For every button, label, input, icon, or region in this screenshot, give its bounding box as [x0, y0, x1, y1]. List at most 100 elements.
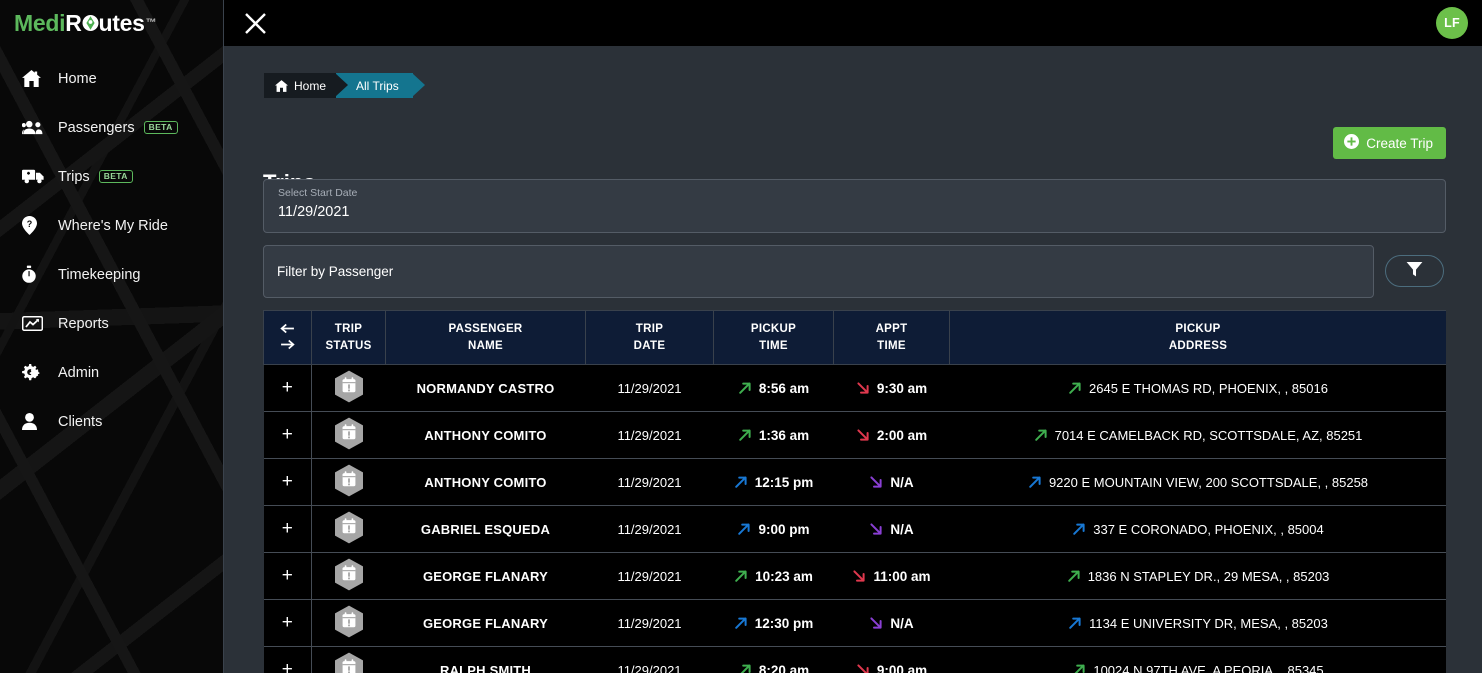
expand-row-button[interactable]: +: [263, 505, 312, 553]
pickup-time-value: 12:15 pm: [754, 474, 814, 490]
calendar-alert-hex-icon[interactable]: [334, 370, 364, 403]
column-label-line2: ADDRESS: [1168, 339, 1228, 352]
expand-row-button[interactable]: +: [263, 364, 312, 412]
arrow-right-icon[interactable]: [280, 339, 295, 353]
passenger-name-cell: NORMANDY CASTRO: [385, 364, 586, 412]
ambulance-icon: [22, 169, 48, 184]
column-label-line2: NAME: [467, 339, 504, 352]
expand-row-button[interactable]: +: [263, 646, 312, 673]
plus-circle-icon: [1344, 134, 1360, 152]
pickup-address-value: 10024 N 97TH AVE, A PEORIA, , 85345: [1093, 662, 1324, 673]
calendar-alert-hex-icon[interactable]: [334, 417, 364, 450]
column-trip-status[interactable]: TRIP STATUS: [311, 310, 386, 365]
column-expand-toggle[interactable]: [263, 310, 312, 365]
sidebar-item-label: Where's My Ride: [58, 217, 168, 234]
trip-status-cell[interactable]: [311, 411, 386, 459]
trip-status-cell[interactable]: [311, 552, 386, 600]
passenger-name-cell: GEORGE FLANARY: [385, 599, 586, 647]
close-icon[interactable]: [241, 9, 269, 37]
pickup-arrow-icon: [738, 381, 752, 395]
passenger-name-cell: RALPH SMITH: [385, 646, 586, 673]
start-date-field[interactable]: Select Start Date 11/29/2021: [263, 179, 1446, 233]
create-trip-label: Create Trip: [1366, 135, 1433, 151]
address-arrow-icon: [1067, 569, 1081, 583]
filter-button[interactable]: [1385, 255, 1444, 287]
table-row[interactable]: + GEORGE FLANARY 11/29/2021 10:23 am 11:00 a…: [263, 552, 1446, 600]
appt-time-value: N/A: [890, 474, 914, 490]
appt-arrow-icon: [869, 616, 883, 630]
appt-time-value: 9:30 am: [876, 380, 928, 396]
column-label-line2: DATE: [633, 339, 666, 352]
chart-line-icon: [22, 316, 48, 331]
breadcrumb: Home All Trips: [264, 73, 425, 98]
arrow-left-icon[interactable]: [280, 323, 295, 337]
address-arrow-icon: [1028, 475, 1042, 489]
table-row[interactable]: + ANTHONY COMITO 11/29/2021 1:36 am 2:00 am 7…: [263, 411, 1446, 459]
trip-status-cell[interactable]: [311, 364, 386, 412]
column-trip-date[interactable]: TRIP DATE: [585, 310, 714, 365]
expand-row-button[interactable]: +: [263, 411, 312, 459]
passenger-filter-placeholder: Filter by Passenger: [277, 264, 394, 279]
appt-arrow-icon: [856, 663, 870, 673]
column-appt-time[interactable]: APPT TIME: [833, 310, 950, 365]
sidebar: Medi Rutes ™ Home Passengers BETA Trips …: [0, 0, 224, 673]
column-label-line2: STATUS: [325, 339, 372, 352]
sidebar-item-clients[interactable]: Clients: [0, 397, 223, 446]
column-label-line1: TRIP: [334, 322, 363, 335]
calendar-alert-hex-icon[interactable]: [334, 605, 364, 638]
trip-status-cell[interactable]: [311, 505, 386, 553]
sidebar-item-reports[interactable]: Reports: [0, 299, 223, 348]
trip-status-cell[interactable]: [311, 599, 386, 647]
table-row[interactable]: + NORMANDY CASTRO 11/29/2021 8:56 am 9:30 am…: [263, 364, 1446, 412]
sidebar-nav: Home Passengers BETA Trips BETA ? Where'…: [0, 54, 223, 446]
sidebar-item-admin[interactable]: Admin: [0, 348, 223, 397]
expand-row-button[interactable]: +: [263, 458, 312, 506]
logo-text-utes: utes: [98, 9, 145, 36]
sidebar-item-wheres-my-ride[interactable]: ? Where's My Ride: [0, 201, 223, 250]
expand-row-button[interactable]: +: [263, 599, 312, 647]
calendar-alert-hex-icon[interactable]: [334, 558, 364, 591]
column-passenger-name[interactable]: PASSENGER NAME: [385, 310, 586, 365]
trips-table-body: + NORMANDY CASTRO 11/29/2021 8:56 am 9:30 am…: [263, 364, 1446, 673]
calendar-alert-hex-icon[interactable]: [334, 511, 364, 544]
table-row[interactable]: + ANTHONY COMITO 11/29/2021 12:15 pm N/A 9220…: [263, 458, 1446, 506]
column-label-line1: PICKUP: [1175, 322, 1221, 335]
table-row[interactable]: + GEORGE FLANARY 11/29/2021 12:30 pm N/A 1134…: [263, 599, 1446, 647]
table-row[interactable]: + GABRIEL ESQUEDA 11/29/2021 9:00 pm N/A 337 …: [263, 505, 1446, 553]
trip-date-cell: 11/29/2021: [585, 411, 714, 459]
calendar-alert-hex-icon[interactable]: [334, 652, 364, 673]
trips-table: TRIP STATUS PASSENGER NAME TRIP DATE PICKUP…: [263, 310, 1446, 673]
pickup-time-value: 8:56 am: [758, 380, 810, 396]
breadcrumb-item-home[interactable]: Home: [264, 73, 349, 98]
pickup-address-cell: 9220 E MOUNTAIN VIEW, 200 SCOTTSDALE, , …: [949, 458, 1446, 506]
users-icon: [22, 120, 48, 135]
pickup-arrow-icon: [737, 522, 751, 536]
passenger-filter-input[interactable]: Filter by Passenger: [263, 245, 1374, 298]
avatar[interactable]: LF: [1436, 7, 1468, 39]
gears-icon: [22, 363, 48, 382]
trip-status-cell[interactable]: [311, 458, 386, 506]
pickup-address-value: 1836 N STAPLEY DR., 29 MESA, , 85203: [1087, 568, 1330, 584]
column-pickup-address[interactable]: PICKUP ADDRESS: [949, 310, 1446, 365]
sidebar-item-passengers[interactable]: Passengers BETA: [0, 103, 223, 152]
column-label-line1: APPT: [875, 322, 908, 335]
calendar-alert-hex-icon[interactable]: [334, 464, 364, 497]
sidebar-item-trips[interactable]: Trips BETA: [0, 152, 223, 201]
pickup-address-value: 2645 E THOMAS RD, PHOENIX, , 85016: [1089, 380, 1328, 396]
sidebar-item-timekeeping[interactable]: Timekeeping: [0, 250, 223, 299]
logo-text-medi: Medi: [14, 9, 66, 36]
trip-status-cell[interactable]: [311, 646, 386, 673]
app-logo[interactable]: Medi Rutes ™: [0, 0, 223, 46]
expand-row-button[interactable]: +: [263, 552, 312, 600]
passenger-name-cell: ANTHONY COMITO: [385, 411, 586, 459]
trips-table-container[interactable]: TRIP STATUS PASSENGER NAME TRIP DATE PICKUP…: [263, 310, 1446, 673]
create-trip-button[interactable]: Create Trip: [1333, 127, 1446, 159]
appt-time-value: N/A: [890, 615, 914, 631]
appt-time-value: 9:00 am: [876, 662, 928, 673]
appt-arrow-icon: [869, 522, 883, 536]
appt-time-value: N/A: [890, 521, 914, 537]
table-row[interactable]: + RALPH SMITH 11/29/2021 8:20 am 9:00 am 1002…: [263, 646, 1446, 673]
column-pickup-time[interactable]: PICKUP TIME: [713, 310, 834, 365]
sidebar-item-home[interactable]: Home: [0, 54, 223, 103]
map-pin-logo-icon: [82, 11, 99, 35]
